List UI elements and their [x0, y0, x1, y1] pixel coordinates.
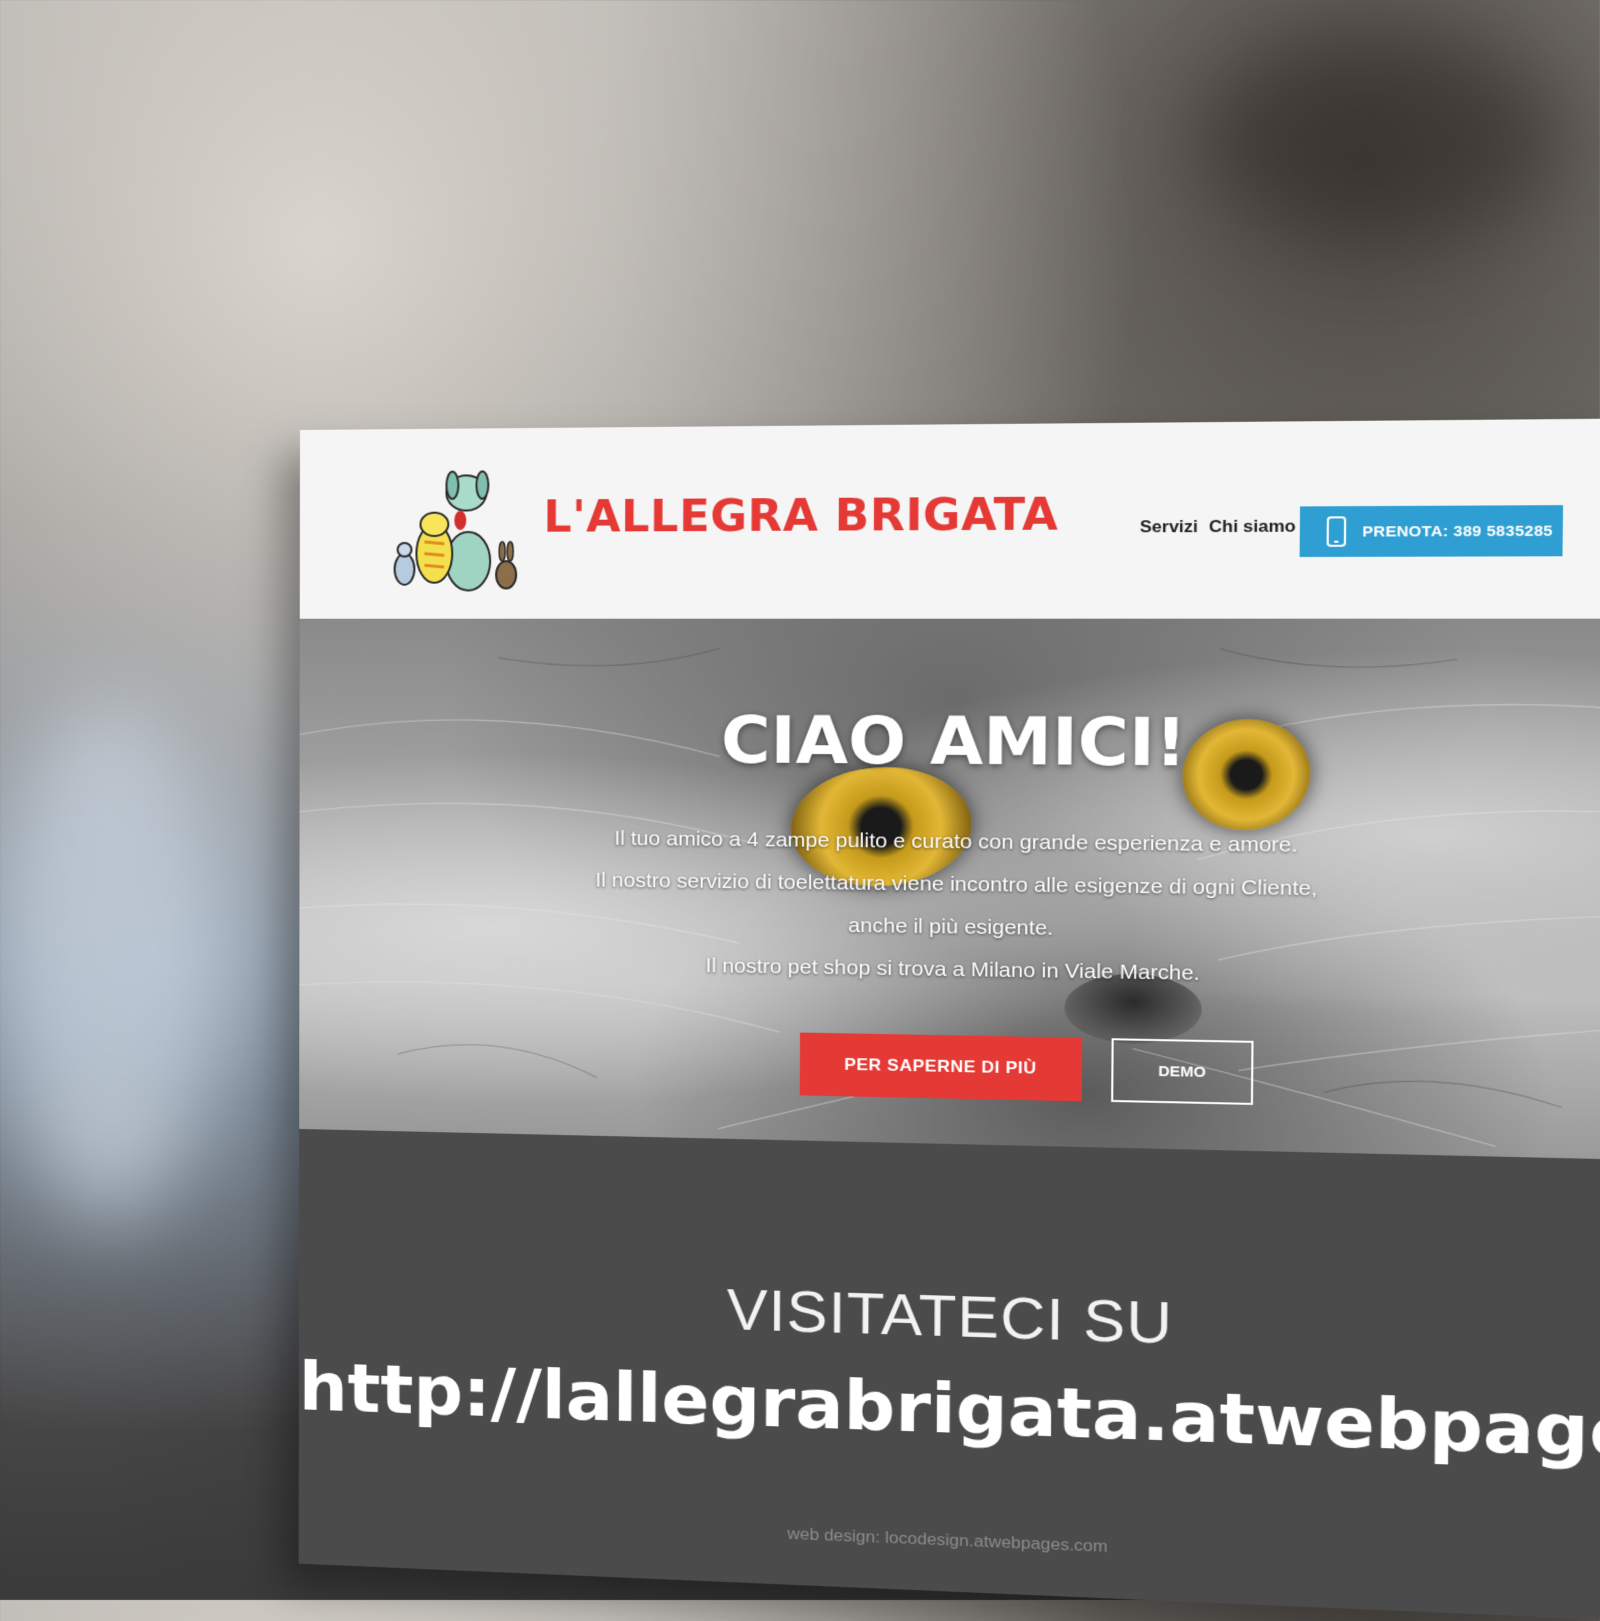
site-brand[interactable]: L'ALLEGRA BRIGATA [543, 490, 1058, 543]
nav-link-servizi[interactable]: Servizi [1140, 517, 1198, 537]
book-appointment-label: PRENOTA: 389 5835285 [1362, 522, 1553, 540]
hero-title: CIAO AMICI! [300, 701, 1600, 785]
hero-description: Il tuo amico a 4 zampe pulito e curato c… [299, 815, 1600, 1002]
book-appointment-button[interactable]: PRENOTA: 389 5835285 [1300, 505, 1563, 557]
learn-more-button[interactable]: PER SAPERNE DI PIÙ [800, 1033, 1082, 1102]
phone-icon [1325, 516, 1347, 546]
promo-band: VISITATECI SU http://lallegrabrigata.atw… [299, 1129, 1600, 1621]
demo-button[interactable]: DEMO [1111, 1038, 1253, 1105]
hero-section: CIAO AMICI! Il tuo amico a 4 zampe pulit… [299, 619, 1600, 1160]
website-mockup: L'ALLEGRA BRIGATA Servizi Chi siamo PREN… [299, 418, 1600, 1620]
background-blur [0, 700, 220, 1220]
nav-link-chi-siamo[interactable]: Chi siamo [1209, 517, 1296, 538]
cartoon-animals-logo [391, 463, 531, 592]
web-design-credit[interactable]: web design: locodesign.atwebpages.com [299, 1505, 1600, 1579]
background-blur [1200, 40, 1560, 240]
site-header: L'ALLEGRA BRIGATA Servizi Chi siamo PREN… [300, 418, 1600, 618]
promo-url[interactable]: http://lallegrabrigata.atwebpages.com [299, 1347, 1600, 1474]
